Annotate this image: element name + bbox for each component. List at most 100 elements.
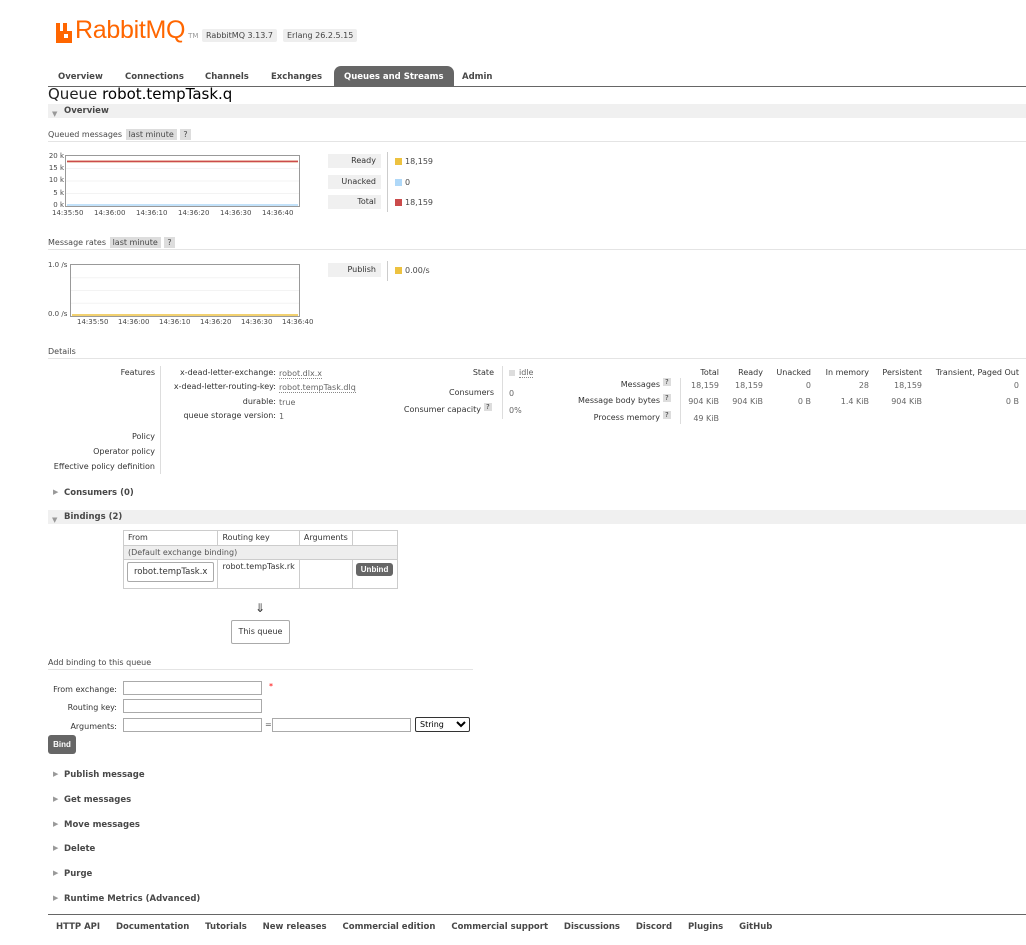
collapsed-triangle-icon: ▶ [53,795,59,803]
collapsed-triangle-icon: ▶ [53,869,59,877]
section-get-messages-toggle[interactable]: ▶ Get messages [48,795,131,805]
routing-key-label: Routing key: [67,703,117,712]
stats-cell: 1.4 KiB [840,397,869,406]
queued-range-selector[interactable]: last minute [125,129,177,140]
section-label: Runtime Metrics (Advanced) [64,894,201,904]
tab-admin[interactable]: Admin [452,66,503,87]
message-rates-header: Message rates last minute ? [48,237,1026,250]
section-overview-toggle[interactable]: ▼ Overview [48,104,1026,118]
rabbitmq-version-badge: RabbitMQ 3.13.7 [202,29,277,42]
footer-link-commercial-edition[interactable]: Commercial edition [343,922,436,932]
stats-cell: 18,159 [691,381,719,390]
tab-overview[interactable]: Overview [48,66,113,87]
operator-policy-label: Operator policy [93,447,155,456]
from-exchange-input[interactable] [123,681,262,695]
argument-value-input[interactable] [272,718,411,732]
tab-queues-and-streams[interactable]: Queues and Streams [334,66,454,87]
section-publish-message-toggle[interactable]: ▶ Publish message [48,770,145,780]
stats-cell: 18,159 [894,381,922,390]
section-consumers-toggle[interactable]: ▶ Consumers (0) [48,488,134,498]
legend-divider [387,152,388,212]
argument-key-input[interactable] [123,718,262,732]
rabbitmq-logo[interactable]: RabbitMQ TM [55,15,198,43]
consumer-capacity-value: 0% [509,406,522,415]
rates-xtick: 14:36:40 [282,318,314,326]
expanded-triangle-icon: ▼ [52,110,58,118]
section-label: Get messages [64,795,132,805]
section-bindings-toggle[interactable]: ▼ Bindings (2) [48,510,1026,524]
stats-cell: 0 [1013,381,1019,390]
queued-xtick: 14:36:40 [262,209,294,217]
stats-cell: 904 KiB [732,397,763,406]
footer-divider [48,914,1026,915]
rates-xtick: 14:36:00 [118,318,150,326]
state-value[interactable]: idle [519,368,534,378]
section-consumers-label: Consumers (0) [64,488,134,498]
legend-publish-label: Publish [328,263,381,277]
binding-routing-key: robot.tempTask.rk [217,559,300,589]
footer-link-plugins[interactable]: Plugins [688,922,723,932]
footer-link-github[interactable]: GitHub [739,922,772,932]
section-purge-toggle[interactable]: ▶ Purge [48,869,92,879]
body-bytes-help-button[interactable]: ? [663,394,671,402]
collapsed-triangle-icon: ▶ [53,894,59,902]
footer-link-tutorials[interactable]: Tutorials [205,922,247,932]
footer-link-http-api[interactable]: HTTP API [56,922,100,932]
queued-help-button[interactable]: ? [180,129,191,140]
bindings-table: From Routing key Arguments (Default exch… [122,530,399,589]
collapsed-triangle-icon: ▶ [53,770,59,778]
routing-key-input[interactable] [123,699,262,713]
rates-xtick: 14:36:30 [241,318,273,326]
process-memory-help-button[interactable]: ? [663,411,671,419]
section-move-messages-toggle[interactable]: ▶ Move messages [48,820,140,830]
rates-ytick: 0.0 /s [48,310,68,318]
section-label: Publish message [64,770,145,780]
bindings-col-from: From [122,530,219,546]
unbind-button[interactable]: Unbind [355,563,394,576]
binding-source-exchange-link[interactable]: robot.tempTask.x [127,562,215,582]
messages-help-button[interactable]: ? [663,378,671,386]
legend-unacked-label: Unacked [328,175,381,189]
stats-cell: 18,159 [735,381,763,390]
effective-policy-label: Effective policy definition [53,462,155,471]
section-label: Purge [64,869,93,879]
rates-xtick: 14:36:10 [159,318,191,326]
details-divider [502,366,503,419]
queued-chart-xaxis: 14:35:50 14:36:00 14:36:10 14:36:20 14:3… [52,209,312,219]
stats-row-label: Process memory [593,413,660,422]
legend-unacked-value: 0 [405,178,411,187]
footer-link-discussions[interactable]: Discussions [564,922,620,932]
queued-messages-header: Queued messages last minute ? [48,129,1026,142]
footer-link-discord[interactable]: Discord [636,922,672,932]
consumer-capacity-label: Consumer capacity [403,405,481,414]
feature-value[interactable]: robot.dlx.x [279,369,322,379]
bind-button[interactable]: Bind [48,735,76,754]
rates-xtick: 14:35:50 [77,318,109,326]
footer-link-commercial-support[interactable]: Commercial support [451,922,548,932]
legend-ready-value: 18,159 [405,157,433,166]
footer-link-documentation[interactable]: Documentation [116,922,189,932]
queued-ytick: 5 k [53,189,64,197]
queued-messages-plot [66,160,299,206]
bindings-col-arguments: Arguments [298,530,353,546]
section-runtime-metrics-toggle[interactable]: ▶ Runtime Metrics (Advanced) [48,894,200,904]
argument-type-select[interactable]: String [415,717,470,732]
collapsed-triangle-icon: ▶ [53,844,59,852]
bindings-col-action [351,530,399,546]
section-delete-toggle[interactable]: ▶ Delete [48,844,95,854]
tab-channels[interactable]: Channels [195,66,259,87]
consumer-capacity-help-button[interactable]: ? [484,403,492,411]
rates-range-selector[interactable]: last minute [109,237,161,248]
tab-connections[interactable]: Connections [115,66,194,87]
rates-chart-xaxis: 14:35:50 14:36:00 14:36:10 14:36:20 14:3… [77,318,337,328]
queued-ytick: 10 k [48,176,64,184]
publish-color-swatch [395,267,402,274]
stats-cell: 0 B [1005,397,1019,406]
queued-ytick: 15 k [48,164,64,172]
tab-exchanges[interactable]: Exchanges [261,66,332,87]
queued-xtick: 14:36:00 [94,209,126,217]
feature-value[interactable]: robot.tempTask.dlq [279,383,356,393]
footer-link-new-releases[interactable]: New releases [263,922,327,932]
page-title: Queue robot.tempTask.q [48,85,232,103]
rates-help-button[interactable]: ? [164,237,175,248]
